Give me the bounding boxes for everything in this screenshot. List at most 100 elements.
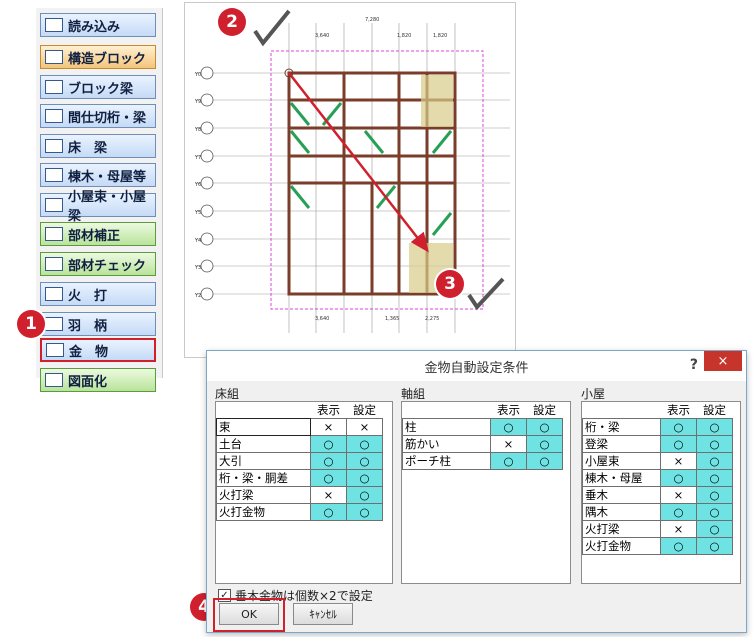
set-cell[interactable]: ○ [346,452,383,470]
hardware-button[interactable]: 金 物 [40,338,156,362]
set-cell[interactable]: ○ [696,452,733,470]
set-cell[interactable]: ○ [346,469,383,487]
drawing-label: 図面化 [68,374,108,390]
show-cell[interactable]: ○ [660,418,697,436]
step-badge-2: 2 [218,8,246,36]
dim-top-total: 7,280 [365,17,379,23]
set-cell[interactable]: ○ [526,452,563,470]
set-cell[interactable]: ○ [526,418,563,436]
show-cell[interactable]: × [660,452,697,470]
axis-label-y2: Y2 [194,293,201,299]
step-badge-1: 1 [17,310,45,338]
set-cell[interactable]: × [346,418,383,436]
block-beam-label: ブロック梁 [68,81,134,97]
help-icon[interactable]: ? [690,357,698,373]
close-button[interactable]: × [704,351,742,371]
set-cell[interactable]: ○ [346,435,383,453]
axis-label-y4: Y4 [194,238,201,244]
set-cell[interactable]: ○ [696,503,733,521]
show-cell[interactable]: × [310,418,347,436]
left-toolbar: 読み込み 構造ブロック ブロック梁 間仕切桁・梁 床 梁 棟木・母屋等 小屋束・… [36,8,163,392]
show-cell[interactable]: ○ [660,469,697,487]
dim-bottom-c: 2,275 [425,316,439,322]
set-cell[interactable]: ○ [696,520,733,538]
show-cell[interactable]: ○ [660,503,697,521]
table-row: 柱 ○ ○ [402,418,563,436]
set-cell[interactable]: ○ [526,435,563,453]
row-name[interactable]: 大引 [216,452,311,470]
row-name[interactable]: 火打梁 [582,520,661,538]
show-cell[interactable]: ○ [310,469,347,487]
row-name[interactable]: 火打金物 [216,503,311,521]
row-name[interactable]: 束 [216,418,311,436]
set-cell[interactable]: ○ [696,469,733,487]
partition-beam-button[interactable]: 間仕切桁・梁 [40,104,156,128]
show-cell[interactable]: × [490,435,527,453]
ok-button[interactable]: OK [219,603,279,625]
set-cell[interactable]: ○ [696,418,733,436]
angle-brace-label: 火 打 [68,288,108,304]
show-cell[interactable]: ○ [660,435,697,453]
partition-beam-icon [45,109,63,123]
row-name[interactable]: ポーチ柱 [402,452,491,470]
set-cell[interactable]: ○ [346,486,383,504]
cancel-button[interactable]: ｷｬﾝｾﾙ [293,603,353,625]
frame-header-set: 設定 [533,403,556,417]
show-cell[interactable]: ○ [310,503,347,521]
row-name[interactable]: 桁・梁 [582,418,661,436]
table-row: 隅木 ○ ○ [582,503,733,521]
floor-group-label: 床組 [215,387,240,401]
axis-label-y7: Y7 [194,155,201,161]
member-correct-label: 部材補正 [68,228,121,244]
row-name[interactable]: 垂木 [582,486,661,504]
row-name[interactable]: 火打梁 [216,486,311,504]
floor-beam-button[interactable]: 床 梁 [40,134,156,158]
show-cell[interactable]: ○ [490,418,527,436]
drawing-button[interactable]: 図面化 [40,368,156,392]
show-cell[interactable]: ○ [660,537,697,555]
hardware-icon [46,343,64,357]
show-cell[interactable]: ○ [490,452,527,470]
show-cell[interactable]: × [660,486,697,504]
show-cell[interactable]: × [310,486,347,504]
row-name[interactable]: 隅木 [582,503,661,521]
table-row: 火打梁 × ○ [582,520,733,538]
row-name[interactable]: 小屋束 [582,452,661,470]
row-name[interactable]: 登梁 [582,435,661,453]
roof-header-set: 設定 [703,403,726,417]
plan-view[interactable]: 7,280 3,640 1,820 1,820 3,640 1,365 2,27… [184,2,516,358]
row-name[interactable]: 柱 [402,418,491,436]
set-cell[interactable]: ○ [696,486,733,504]
hardware-label: 金 物 [69,344,109,360]
axis-label-y5: Y5 [194,210,201,216]
structure-block-icon [45,50,63,64]
roof-strut-label: 小屋束・小屋梁 [68,190,147,224]
ridge-purlin-button[interactable]: 棟木・母屋等 [40,163,156,187]
row-name[interactable]: 土台 [216,435,311,453]
structure-block-label: 構造ブロック [68,51,147,67]
table-row: 桁・梁 ○ ○ [582,418,733,436]
row-name[interactable]: 棟木・母屋 [582,469,661,487]
row-name[interactable]: 桁・梁・胴差 [216,469,311,487]
member-correct-button[interactable]: 部材補正 [40,222,156,246]
show-cell[interactable]: ○ [310,452,347,470]
angle-brace-button[interactable]: 火 打 [40,282,156,306]
table-row: 桁・梁・胴差 ○ ○ [216,469,383,487]
roof-strut-button[interactable]: 小屋束・小屋梁 [40,190,156,224]
angle-brace-icon [45,287,63,301]
row-name[interactable]: 火打金物 [582,537,661,555]
set-cell[interactable]: ○ [346,503,383,521]
member-check-button[interactable]: 部材チェック [40,252,156,276]
structure-block-button[interactable]: 構造ブロック [40,45,156,69]
set-cell[interactable]: ○ [696,435,733,453]
row-name[interactable]: 筋かい [402,435,491,453]
show-cell[interactable]: ○ [310,435,347,453]
secondary-member-button[interactable]: 羽 柄 [40,312,156,336]
dim-top-c: 1,820 [433,33,447,39]
show-cell[interactable]: × [660,520,697,538]
block-beam-button[interactable]: ブロック梁 [40,75,156,99]
floor-header-show: 表示 [317,403,340,417]
load-button[interactable]: 読み込み [40,13,156,37]
axis-label-y6: Y6 [194,182,201,188]
set-cell[interactable]: ○ [696,537,733,555]
